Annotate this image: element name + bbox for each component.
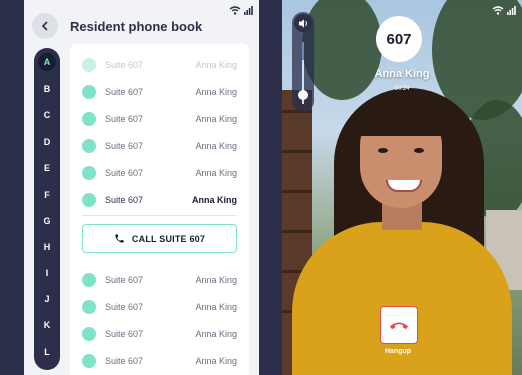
alpha-letter-f[interactable]: F (34, 185, 60, 205)
resident-name: Anna King (195, 302, 237, 312)
resident-row[interactable]: Suite 607 Anna King (70, 267, 249, 293)
divider (82, 215, 237, 216)
call-timer: 00:24 (394, 86, 410, 92)
tree-foliage (302, 0, 382, 100)
suite-label: Suite 607 (105, 114, 144, 124)
avatar-dot (82, 354, 96, 368)
suite-number-badge: 607 (376, 16, 422, 62)
resident-row[interactable]: Suite 607 Anna King (70, 348, 249, 374)
avatar-dot (82, 112, 96, 126)
alpha-letter-e[interactable]: E (34, 158, 60, 178)
suite-label: Suite 607 (105, 275, 144, 285)
caller-name: Anna King (374, 68, 430, 80)
avatar-dot (82, 273, 96, 287)
resident-row[interactable]: Suite 607 Anna King (70, 133, 249, 159)
signal-icon (507, 6, 516, 15)
suite-label: Suite 607 (105, 195, 144, 205)
alpha-letter-k[interactable]: K (34, 315, 60, 335)
avatar-dot (82, 300, 96, 314)
alpha-letter-l[interactable]: L (34, 342, 60, 362)
avatar-dot (82, 193, 96, 207)
alpha-letter-b[interactable]: B (34, 79, 60, 99)
avatar-dot (82, 139, 96, 153)
resident-row[interactable]: Suite 607 Anna King (70, 106, 249, 132)
suite-label: Suite 607 (105, 60, 144, 70)
resident-row[interactable]: Suite 607 Anna King (70, 294, 249, 320)
suite-label: Suite 607 (105, 87, 144, 97)
suite-label: Suite 607 (105, 141, 144, 151)
video-call-screen: 607 Anna King 00:24 Hangup (282, 0, 522, 375)
resident-name: Anna King (195, 168, 237, 178)
alphabet-index: A B C D E F G H I J K L (34, 48, 60, 370)
avatar-dot (82, 327, 96, 341)
speaker-icon (298, 18, 307, 28)
resident-name: Anna King (195, 87, 237, 97)
resident-name: Anna King (195, 141, 237, 151)
suite-label: Suite 607 (105, 302, 144, 312)
phone-icon (115, 234, 124, 243)
suite-label: Suite 607 (105, 356, 144, 366)
status-bar-icons (492, 6, 516, 15)
resident-row[interactable]: Suite 607 Anna King (70, 52, 249, 78)
avatar-dot (82, 85, 96, 99)
alpha-letter-h[interactable]: H (34, 237, 60, 257)
resident-row-selected[interactable]: Suite 607 Anna King (70, 187, 249, 213)
alpha-letter-a[interactable]: A (34, 52, 60, 72)
resident-row[interactable]: Suite 607 Anna King (70, 160, 249, 186)
resident-name: Anna King (195, 356, 237, 366)
wifi-icon (492, 6, 504, 15)
volume-button[interactable] (294, 14, 312, 32)
alpha-letter-g[interactable]: G (34, 211, 60, 231)
hangup-label: Hangup (384, 348, 412, 355)
resident-name: Anna King (195, 60, 237, 70)
resident-row[interactable]: Suite 607 Anna King (70, 321, 249, 347)
avatar-dot (82, 166, 96, 180)
call-suite-button[interactable]: CALL SUITE 607 (82, 224, 237, 253)
page-title: Resident phone book (70, 18, 203, 34)
resident-name: Anna King (195, 114, 237, 124)
hangup-button[interactable] (380, 306, 418, 344)
phonebook-header: Resident phone book (32, 12, 251, 40)
resident-name: Anna King (195, 275, 237, 285)
caller-video-bangs (354, 96, 448, 136)
resident-row[interactable]: Suite 607 Anna King (70, 79, 249, 105)
caller-eye (414, 148, 424, 153)
volume-slider[interactable] (292, 12, 314, 112)
hangup-icon (389, 322, 409, 330)
chevron-left-icon (41, 21, 48, 31)
phonebook-screen: Resident phone book A B C D E F G H I J … (24, 0, 259, 375)
resident-name: Anna King (192, 195, 237, 205)
suite-label: Suite 607 (105, 329, 144, 339)
resident-name: Anna King (195, 329, 237, 339)
caller-eye (378, 148, 388, 153)
alpha-letter-d[interactable]: D (34, 132, 60, 152)
back-button[interactable] (32, 13, 58, 39)
alpha-letter-c[interactable]: C (34, 105, 60, 125)
alpha-letter-i[interactable]: I (34, 263, 60, 283)
avatar-dot (82, 58, 96, 72)
suite-label: Suite 607 (105, 168, 144, 178)
resident-list: Suite 607 Anna King Suite 607 Anna King … (70, 44, 249, 375)
alpha-letter-j[interactable]: J (34, 289, 60, 309)
call-button-label: CALL SUITE 607 (131, 233, 206, 244)
